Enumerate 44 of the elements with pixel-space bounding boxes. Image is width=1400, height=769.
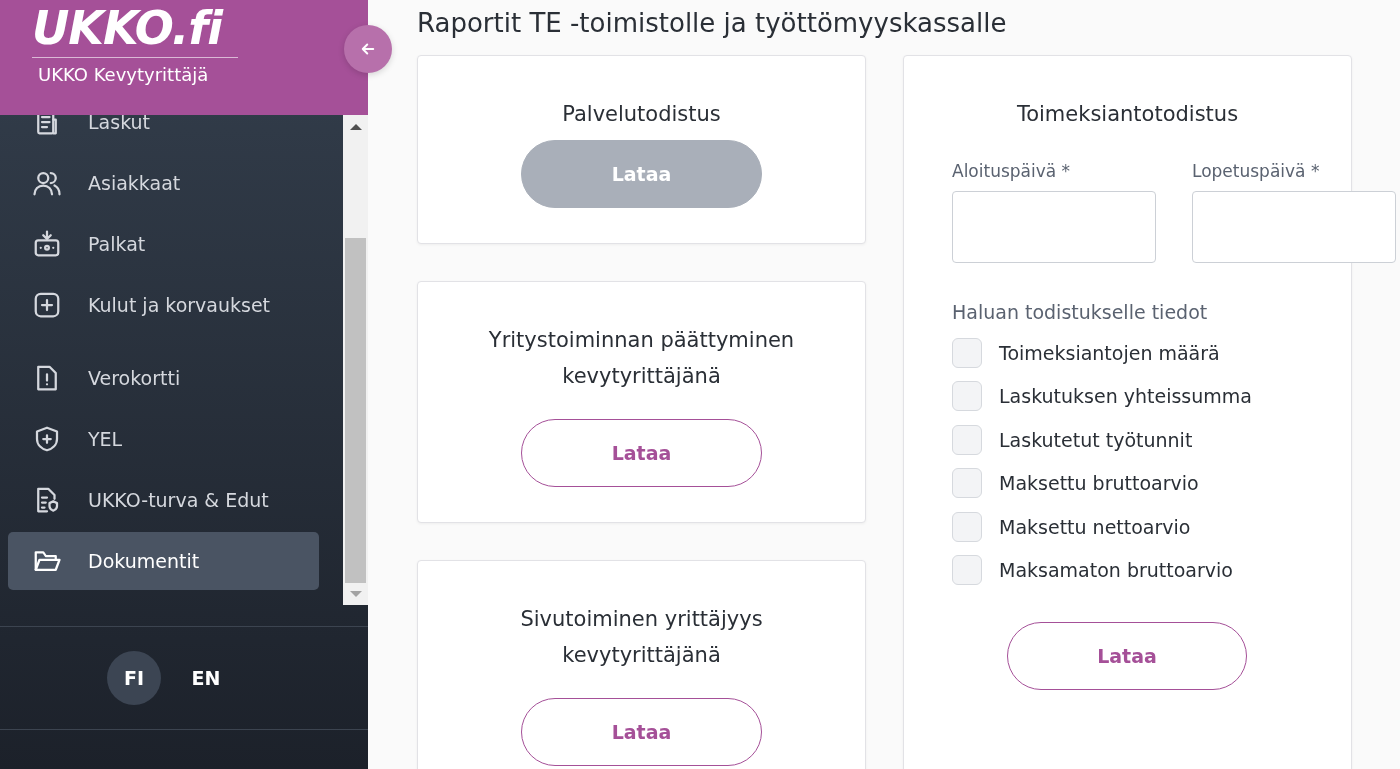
card-title: Toimeksiantotodistus (1015, 101, 1240, 128)
download-button[interactable]: Lataa (1007, 622, 1247, 690)
checkbox[interactable] (952, 381, 982, 412)
checkbox[interactable] (952, 468, 982, 499)
collapse-button[interactable] (344, 25, 392, 73)
sidebar-item[interactable]: Dokumentit (8, 532, 319, 590)
language-button[interactable]: EN (179, 651, 233, 705)
checkbox-label: Toimeksiantojen määrä (999, 341, 1220, 364)
checkbox-label: Maksamaton bruttoarvio (999, 559, 1233, 582)
sidebar-item[interactable]: Verokortti (8, 349, 319, 407)
download-box-icon (32, 229, 62, 259)
checkbox[interactable] (952, 424, 982, 455)
page-title: Raportit TE -toimistolle ja työttömyyskassalle (417, 8, 1008, 38)
sidebar-item[interactable]: Kulut ja korvaukset (8, 276, 319, 334)
checkbox[interactable] (952, 555, 982, 586)
plus-square-icon (32, 290, 62, 320)
sidebar-item[interactable]: Asiakkaat (8, 154, 319, 212)
card-title: Palvelutodistus (562, 101, 721, 128)
scroll-down-icon[interactable] (349, 591, 362, 597)
field-label: Lopetuspäivä * (1192, 161, 1321, 181)
sidebar-item[interactable]: YEL (8, 410, 319, 468)
checkbox-label: Maksettu bruttoarvio (999, 472, 1199, 495)
card-title: Sivutoiminen yrittäjyys kevytyrittäjänä (519, 606, 764, 669)
checkbox-label: Laskutetut työtunnit (999, 428, 1193, 451)
checkbox-label: Laskutuksen yhteissumma (999, 385, 1252, 408)
checkbox[interactable] (952, 337, 982, 368)
scrollbar[interactable] (343, 115, 368, 605)
date-field[interactable] (1192, 191, 1396, 263)
sidebar-item[interactable]: Palkat (8, 215, 319, 273)
checkbox[interactable] (952, 511, 982, 542)
date-field[interactable] (952, 191, 1156, 263)
card-title: Yritystoiminnan päättyminen kevytyrittäjänä (487, 327, 796, 390)
sidebar-item[interactable]: UKKO-turva & Edut (8, 471, 319, 529)
language-button[interactable]: FI (107, 651, 161, 705)
scroll-up-icon[interactable] (349, 124, 362, 130)
scroll-thumb[interactable] (345, 238, 366, 583)
download-button[interactable]: Lataa (521, 698, 762, 766)
download-button[interactable]: Lataa (521, 419, 762, 487)
app-subtitle: UKKO Kevytyrittäjä (37, 64, 210, 85)
field-label: Aloituspäivä * (952, 161, 1072, 181)
checkbox-label: Maksettu nettoarvio (999, 515, 1191, 538)
sidebar-item[interactable]: Laskut (8, 115, 319, 151)
logo: UKKO.fi (32, 0, 225, 51)
options-label: Haluan todistukselle tiedot (952, 301, 1209, 323)
